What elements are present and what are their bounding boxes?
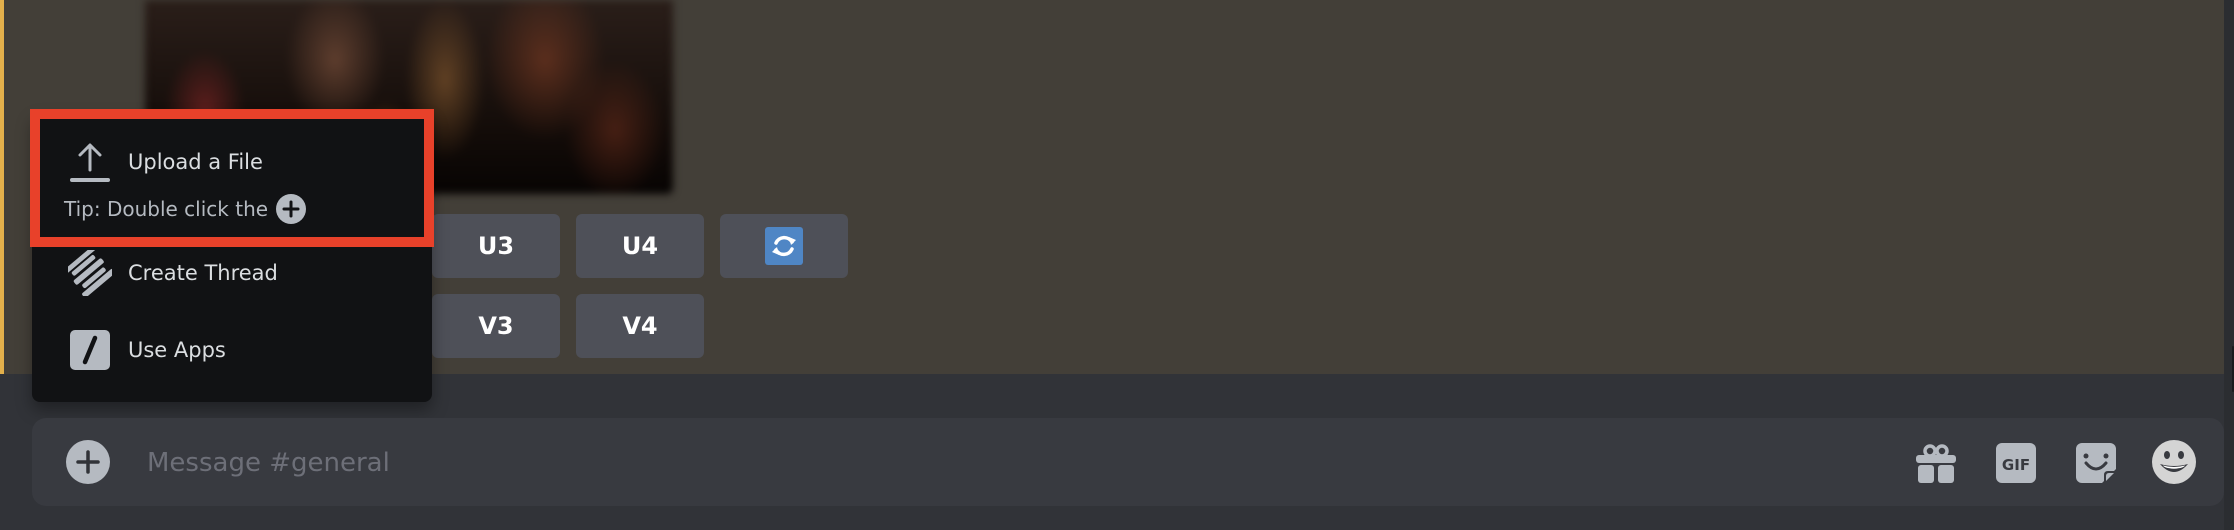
gif-label: GIF <box>2002 456 2030 474</box>
upload-tip: Tip: Double click the <box>64 194 307 224</box>
upload-icon <box>68 140 112 184</box>
refresh-icon <box>765 227 803 265</box>
sticker-icon[interactable] <box>2076 443 2116 483</box>
menu-item-use-apps[interactable]: Use Apps <box>68 328 226 372</box>
emoji-icon[interactable] <box>2152 440 2196 484</box>
v3-button[interactable]: V3 <box>432 294 560 358</box>
tip-text: Tip: Double click the <box>64 197 269 221</box>
menu-item-label: Use Apps <box>128 338 226 362</box>
u4-button[interactable]: U4 <box>576 214 704 278</box>
message-input[interactable] <box>145 418 1849 508</box>
gif-icon[interactable]: GIF <box>1996 443 2036 483</box>
menu-item-create-thread[interactable]: Create Thread <box>68 250 278 296</box>
scrollbar-track[interactable] <box>2224 0 2234 530</box>
attach-popup-menu: Upload a File Tip: Double click the Crea… <box>32 112 432 402</box>
menu-item-label: Upload a File <box>128 150 263 174</box>
u3-button[interactable]: U3 <box>432 214 560 278</box>
plus-circle-icon <box>276 194 307 224</box>
thread-icon <box>68 250 112 296</box>
v4-button[interactable]: V4 <box>576 294 704 358</box>
attach-plus-button[interactable] <box>66 440 110 484</box>
mention-highlight-bar <box>0 0 4 374</box>
slash-command-icon <box>68 328 112 372</box>
menu-item-upload-file[interactable]: Upload a File <box>68 140 263 184</box>
gift-icon[interactable] <box>1916 443 1956 483</box>
message-composer: GIF <box>32 418 2224 508</box>
reroll-button[interactable] <box>720 214 848 278</box>
menu-item-label: Create Thread <box>128 261 278 285</box>
plus-icon <box>76 450 100 474</box>
